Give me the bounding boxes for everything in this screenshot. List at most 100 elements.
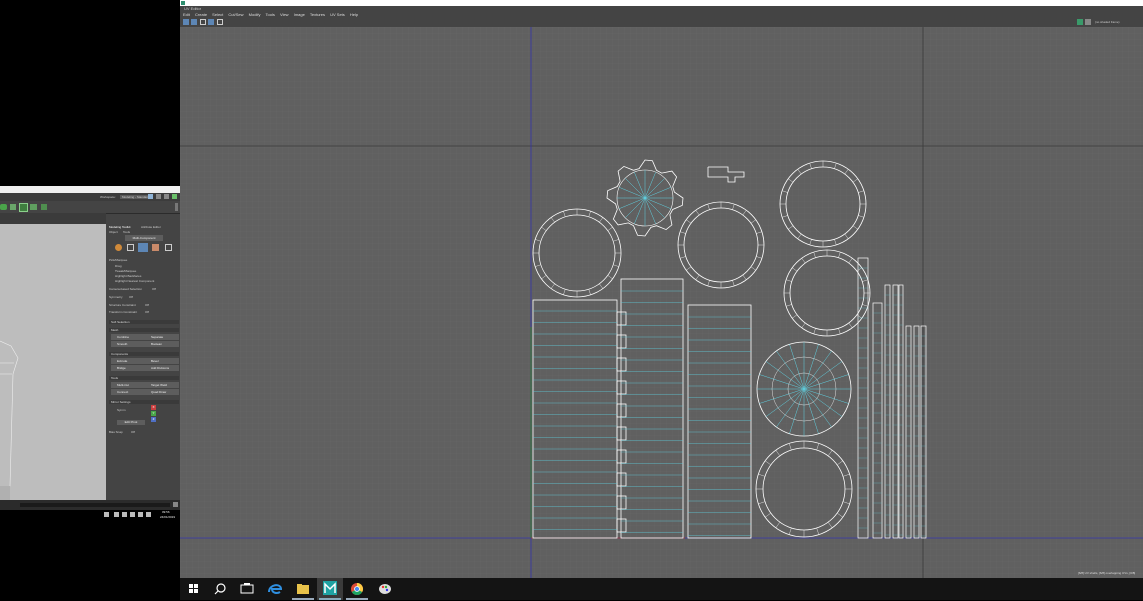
multi-component-button[interactable]: Multi-Component — [125, 235, 163, 241]
shelf-tool-icon[interactable] — [10, 204, 16, 210]
bias-snap-value[interactable]: Off — [131, 430, 135, 434]
vertex-mode-icon[interactable] — [127, 244, 134, 251]
camera-selection-value[interactable]: Off — [152, 287, 156, 291]
tray-pen-icon[interactable] — [104, 512, 109, 517]
multi-cut-button[interactable]: Multi-Cut — [111, 382, 145, 388]
uv-mode-icon[interactable] — [165, 244, 172, 251]
task-view-icon[interactable] — [234, 578, 260, 600]
shelf-tool-icon[interactable] — [19, 203, 28, 212]
symmetry-value[interactable]: Off — [129, 295, 133, 299]
pick-option[interactable]: Highlight Backfaces — [115, 274, 141, 278]
uv-layout-svg[interactable] — [180, 27, 1143, 578]
edge-icon[interactable] — [262, 578, 288, 600]
settings-icon[interactable] — [172, 194, 177, 199]
command-line-input[interactable] — [20, 503, 170, 507]
transform-constraint-value[interactable]: Off — [145, 310, 149, 314]
menu-select[interactable]: Select — [212, 12, 223, 17]
shelf-tool-icon[interactable] — [0, 204, 7, 210]
extrude-button[interactable]: Extrude — [111, 358, 145, 364]
workspace-label: Workspace: — [100, 195, 116, 199]
pick-option[interactable]: Tweak/Marquee — [115, 269, 136, 273]
uvset-icon[interactable] — [217, 19, 223, 25]
face-mode-icon[interactable] — [152, 244, 159, 251]
chrome-icon[interactable] — [344, 578, 370, 600]
components-section[interactable]: Components — [109, 352, 179, 356]
structure-constraint-value[interactable]: Off — [145, 303, 149, 307]
symm-label: Symm — [117, 408, 126, 412]
bias-snap-label: Bias Snap — [109, 430, 123, 434]
tray-battery-icon[interactable] — [146, 512, 151, 517]
uv-layout-icon[interactable] — [183, 19, 189, 25]
menu-view[interactable]: View — [280, 12, 289, 17]
axis-y-toggle[interactable]: Y — [151, 411, 156, 416]
panel-menu-tools[interactable]: Tools — [123, 230, 130, 234]
left-window-titlebar[interactable] — [0, 186, 181, 193]
menu-modify[interactable]: Modify — [249, 12, 261, 17]
sidebar-toggle-icon[interactable] — [148, 194, 153, 199]
separate-button[interactable]: Separate — [145, 334, 179, 340]
object-mode-icon[interactable] — [115, 244, 122, 251]
uv-status-text: [6/8] UV shells, [6/8] overlapping UVs, … — [1078, 571, 1136, 575]
bevel-button[interactable]: Bevel — [145, 358, 179, 364]
menu-uv-sets[interactable]: UV Sets — [330, 12, 345, 17]
pick-option[interactable]: Drag — [115, 264, 122, 268]
menu-help[interactable]: Help — [350, 12, 358, 17]
tray-chevron-icon[interactable] — [114, 512, 119, 517]
script-editor-icon[interactable] — [173, 502, 178, 507]
tab-attribute-editor[interactable]: Attribute Editor — [141, 225, 161, 229]
paint-icon[interactable] — [372, 578, 398, 600]
mesh-section[interactable]: Mesh — [109, 328, 179, 332]
add-divisions-button[interactable]: Add Divisions — [145, 365, 179, 371]
menu-cut-sew[interactable]: Cut/Sew — [228, 12, 243, 17]
mirror-settings-section[interactable]: Mirror Settings — [109, 400, 179, 404]
left-window-menubar: Workspace: Modeling - Standard — [0, 193, 181, 201]
perspective-viewport[interactable] — [0, 224, 106, 500]
shelf-tool-icon[interactable] — [30, 204, 37, 210]
tray-network-icon[interactable] — [122, 512, 127, 517]
soft-selection-section[interactable]: Soft Selection — [109, 320, 179, 324]
menu-image[interactable]: Image — [294, 12, 305, 17]
target-weld-button[interactable]: Target Weld — [145, 382, 179, 388]
tray-language-icon[interactable] — [138, 512, 143, 517]
snap-icon[interactable] — [208, 19, 214, 25]
pick-option[interactable]: Highlight Nearest Component — [115, 279, 154, 283]
quad-draw-button[interactable]: Quad Draw — [145, 389, 179, 395]
maya-icon[interactable] — [317, 578, 343, 600]
menu-create[interactable]: Create — [195, 12, 207, 17]
shelf-scroll-icon[interactable] — [175, 203, 178, 211]
shaded-frame-label[interactable]: (no shaded frame) — [1095, 20, 1120, 24]
tab-modeling-toolkit[interactable]: Modeling Toolkit — [109, 225, 130, 229]
clock-time[interactable]: 09:56 — [162, 510, 170, 514]
axis-z-toggle[interactable]: Z — [151, 417, 156, 422]
menu-edit[interactable]: Edit — [183, 12, 190, 17]
uv-canvas[interactable]: [6/8] UV shells, [6/8] overlapping UVs, … — [180, 27, 1143, 578]
left-window-statusbar — [0, 500, 181, 510]
boolean-button[interactable]: Boolean — [145, 341, 179, 347]
menu-tools[interactable]: Tools — [266, 12, 275, 17]
transform-constraint-label: Transform Constraint — [109, 310, 138, 314]
edge-mode-icon[interactable] — [138, 243, 148, 252]
pin-icon[interactable] — [156, 194, 161, 199]
edit-pivot-button[interactable]: Edit Pivot — [117, 420, 145, 425]
file-explorer-icon[interactable] — [290, 578, 316, 600]
grid-icon[interactable] — [191, 19, 197, 25]
tools-section[interactable]: Tools — [109, 376, 179, 380]
shelf-tool-icon[interactable] — [41, 204, 47, 210]
texture-toggle-icon[interactable] — [1085, 19, 1091, 25]
windows-start-icon[interactable] — [180, 578, 206, 600]
panel-menu-object[interactable]: Object — [109, 230, 118, 234]
checker-icon[interactable] — [200, 19, 206, 25]
workspace-dropdown[interactable]: Modeling - Standard — [120, 195, 152, 199]
connect-button[interactable]: Connect — [111, 389, 145, 395]
search-icon[interactable] — [207, 578, 233, 600]
layout-icon[interactable] — [164, 194, 169, 199]
tray-volume-icon[interactable] — [130, 512, 135, 517]
clock-date[interactable]: 24/01/2019 — [160, 515, 175, 519]
bridge-button[interactable]: Bridge — [111, 365, 145, 371]
left-maya-window: Workspace: Modeling - Standard Modeling … — [0, 186, 181, 519]
shaded-toggle-icon[interactable] — [1077, 19, 1083, 25]
axis-x-toggle[interactable]: X — [151, 405, 156, 410]
smooth-button[interactable]: Smooth — [111, 341, 145, 347]
combine-button[interactable]: Combine — [111, 334, 145, 340]
menu-textures[interactable]: Textures — [310, 12, 325, 17]
